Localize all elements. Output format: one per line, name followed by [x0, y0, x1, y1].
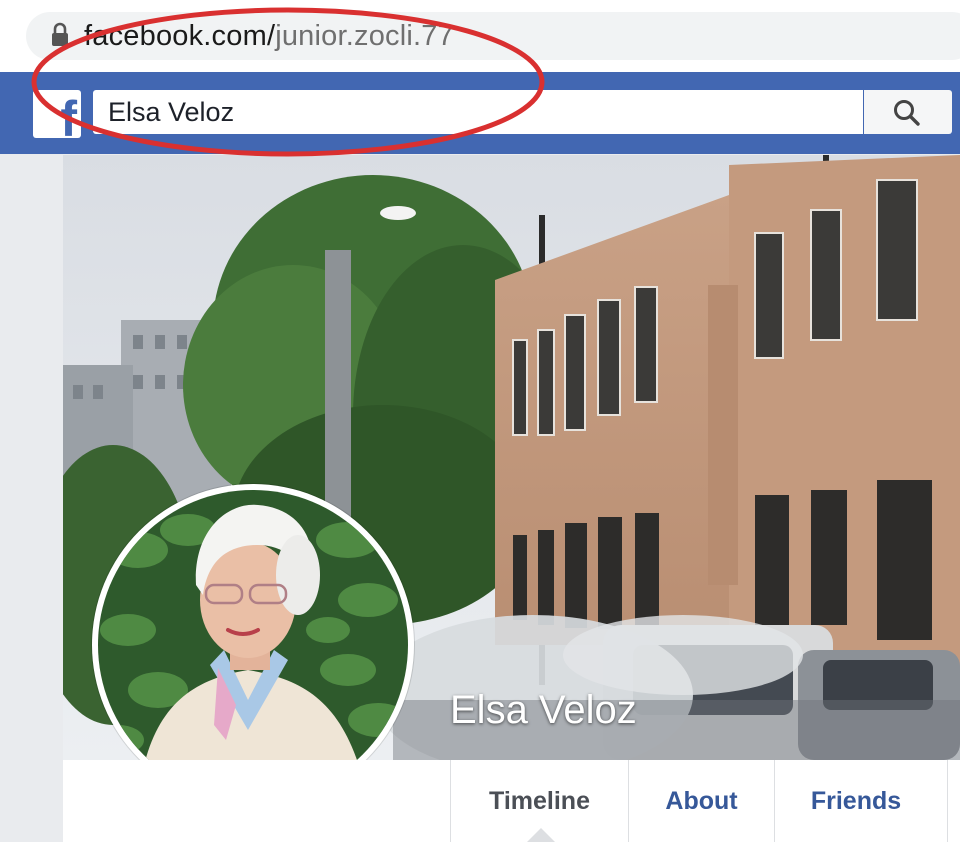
active-tab-indicator — [527, 828, 555, 842]
search-button[interactable] — [864, 90, 952, 134]
tab-friends[interactable]: Friends — [775, 760, 937, 842]
profile-name[interactable]: Elsa Veloz — [450, 686, 637, 734]
url-path: junior.zocli.77 — [275, 20, 454, 52]
url-domain: facebook.com/ — [84, 20, 276, 52]
search-icon — [894, 100, 920, 126]
profile-picture[interactable] — [92, 484, 414, 806]
url-text[interactable]: facebook.com/junior.zocli.77 — [84, 16, 454, 56]
lock-icon — [52, 22, 68, 46]
tab-about[interactable]: About — [629, 760, 774, 842]
tab-divider — [947, 760, 948, 842]
facebook-logo[interactable]: f — [33, 90, 81, 138]
search-input-value: Elsa Veloz — [108, 97, 235, 127]
